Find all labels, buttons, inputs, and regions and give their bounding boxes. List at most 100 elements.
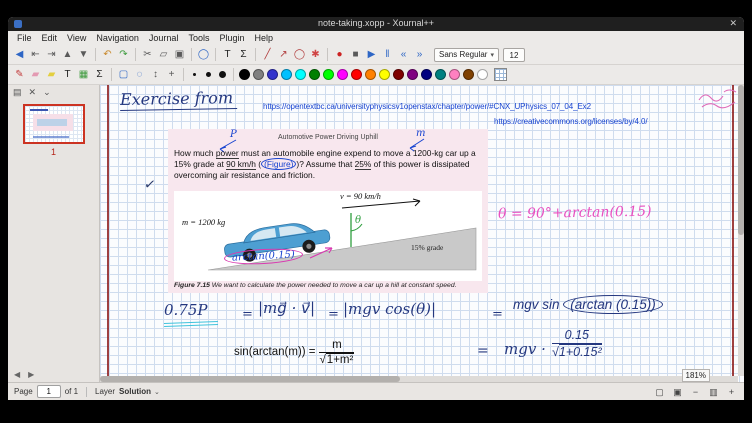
- shape-arrow-icon[interactable]: ↗: [276, 47, 291, 62]
- page-thumbnail[interactable]: [23, 104, 85, 144]
- next-page-icon[interactable]: ▶: [28, 370, 34, 379]
- menu-view[interactable]: View: [62, 33, 91, 43]
- speed-label: v = 90 km/h: [340, 191, 381, 201]
- color-swatch[interactable]: [477, 69, 488, 80]
- color-swatch[interactable]: [323, 69, 334, 80]
- audio-back-icon[interactable]: «: [396, 47, 411, 62]
- menu-file[interactable]: File: [12, 33, 37, 43]
- color-swatch[interactable]: [253, 69, 264, 80]
- color-swatch[interactable]: [421, 69, 432, 80]
- audio-stop-icon[interactable]: ■: [348, 47, 363, 62]
- page-number-input[interactable]: 1: [37, 385, 61, 398]
- search-icon[interactable]: ◯: [196, 47, 211, 62]
- sidebar-collapse-icon[interactable]: ⌄: [43, 87, 51, 98]
- layer-label: Layer: [95, 387, 115, 396]
- cut-icon[interactable]: ✂: [140, 47, 155, 62]
- page-layout-icon[interactable]: ▥: [707, 385, 720, 398]
- page-first-icon[interactable]: ⇤: [28, 47, 43, 62]
- select-lasso-icon[interactable]: ◌: [132, 67, 147, 82]
- vertical-scrollbar[interactable]: [738, 85, 744, 376]
- zoom-out-button[interactable]: −: [689, 385, 702, 398]
- prev-page-icon[interactable]: ◀: [14, 370, 20, 379]
- tex-insert-icon[interactable]: Σ: [92, 67, 107, 82]
- color-swatch[interactable]: [407, 69, 418, 80]
- menu-edit[interactable]: Edit: [37, 33, 63, 43]
- color-swatch[interactable]: [337, 69, 348, 80]
- audio-record-icon[interactable]: ●: [332, 47, 347, 62]
- page-last-icon[interactable]: ⇥: [44, 47, 59, 62]
- thickness-thick[interactable]: [216, 68, 229, 81]
- figure-link[interactable]: (Figure): [261, 158, 296, 170]
- title-bar[interactable]: note-taking.xopp - Xournal++ ✕: [8, 17, 744, 31]
- color-swatch[interactable]: [351, 69, 362, 80]
- license-link[interactable]: https://creativecommons.org/licenses/by/…: [494, 117, 647, 126]
- color-swatch[interactable]: [379, 69, 390, 80]
- sidebar-close-icon[interactable]: ✕: [29, 87, 37, 98]
- hand-tool-icon[interactable]: +: [164, 67, 179, 82]
- horizontal-scrollbar[interactable]: [100, 376, 738, 382]
- color-swatch[interactable]: [309, 69, 320, 80]
- color-swatch[interactable]: [449, 69, 460, 80]
- vertical-scrollbar-thumb[interactable]: [738, 85, 744, 235]
- audio-pause-icon[interactable]: ‖: [380, 47, 395, 62]
- eraser-tool-icon[interactable]: ▰: [28, 67, 43, 82]
- underlined-word: 90 km/h: [226, 159, 256, 170]
- paper-pattern-icon[interactable]: [494, 68, 507, 81]
- pen-tool-icon[interactable]: ✎: [12, 67, 27, 82]
- radicand: 1+m²: [326, 353, 355, 366]
- text-tool-icon[interactable]: T: [220, 47, 235, 62]
- color-swatch[interactable]: [393, 69, 404, 80]
- copy-icon[interactable]: ▱: [156, 47, 171, 62]
- problem-text: How much power must an automobile engine…: [174, 148, 482, 181]
- menu-help[interactable]: Help: [250, 33, 279, 43]
- zoom-in-button[interactable]: +: [725, 385, 738, 398]
- page-up-icon[interactable]: ▲: [60, 47, 75, 62]
- menu-plugin[interactable]: Plugin: [214, 33, 249, 43]
- shape-line-icon[interactable]: ╱: [260, 47, 275, 62]
- thumbnail-figure: [37, 119, 67, 126]
- problem-text-segment: grade at: [191, 159, 226, 169]
- laser-pointer-icon[interactable]: ✱: [308, 47, 323, 62]
- thickness-fine[interactable]: [188, 68, 201, 81]
- color-swatch[interactable]: [267, 69, 278, 80]
- menu-journal[interactable]: Journal: [144, 33, 184, 43]
- color-swatch[interactable]: [281, 69, 292, 80]
- color-swatch[interactable]: [365, 69, 376, 80]
- zoom-fit-icon[interactable]: ▢: [653, 385, 666, 398]
- redo-icon[interactable]: ↷: [116, 47, 131, 62]
- page-down-icon[interactable]: ▼: [76, 47, 91, 62]
- image-insert-icon[interactable]: ▦: [76, 67, 91, 82]
- vertical-space-icon[interactable]: ↕: [148, 67, 163, 82]
- color-swatch[interactable]: [463, 69, 474, 80]
- font-size-spinner[interactable]: 12: [503, 48, 525, 62]
- paste-icon[interactable]: ▣: [172, 47, 187, 62]
- cyan-double-underline: [164, 321, 218, 327]
- horizontal-scrollbar-thumb[interactable]: [100, 376, 400, 382]
- shape-ellipse-icon[interactable]: ◯: [292, 47, 307, 62]
- back-icon[interactable]: ◀: [12, 47, 27, 62]
- page-label: Page: [14, 387, 33, 396]
- menu-tools[interactable]: Tools: [183, 33, 214, 43]
- color-swatch[interactable]: [239, 69, 250, 80]
- font-selector[interactable]: Sans Regular ▾: [434, 48, 499, 62]
- menu-navigation[interactable]: Navigation: [91, 33, 144, 43]
- math-tex-icon[interactable]: Σ: [236, 47, 251, 62]
- audio-forward-icon[interactable]: »: [412, 47, 427, 62]
- undo-icon[interactable]: ↶: [100, 47, 115, 62]
- color-swatch[interactable]: [295, 69, 306, 80]
- thickness-medium[interactable]: [202, 68, 215, 81]
- close-button[interactable]: ✕: [729, 18, 737, 29]
- select-rect-icon[interactable]: ▢: [116, 67, 131, 82]
- audio-play-icon[interactable]: ▶: [364, 47, 379, 62]
- source-link[interactable]: https://opentextbc.ca/universityphysicsv…: [263, 102, 591, 111]
- document-canvas[interactable]: Exercise from https://opentextbc.ca/univ…: [100, 85, 744, 382]
- highlighter-tool-icon[interactable]: ▰: [44, 67, 59, 82]
- page-preview-icon[interactable]: ▤: [13, 87, 22, 98]
- text-insert-icon[interactable]: T: [60, 67, 75, 82]
- layer-selector[interactable]: Solution ⌄: [119, 387, 160, 396]
- underlined-word: 25%: [355, 159, 372, 170]
- power-lhs: 0.75P: [164, 301, 208, 319]
- color-swatch[interactable]: [435, 69, 446, 80]
- window-title: note-taking.xopp - Xournal++: [8, 18, 744, 28]
- zoom-original-icon[interactable]: ▣: [671, 385, 684, 398]
